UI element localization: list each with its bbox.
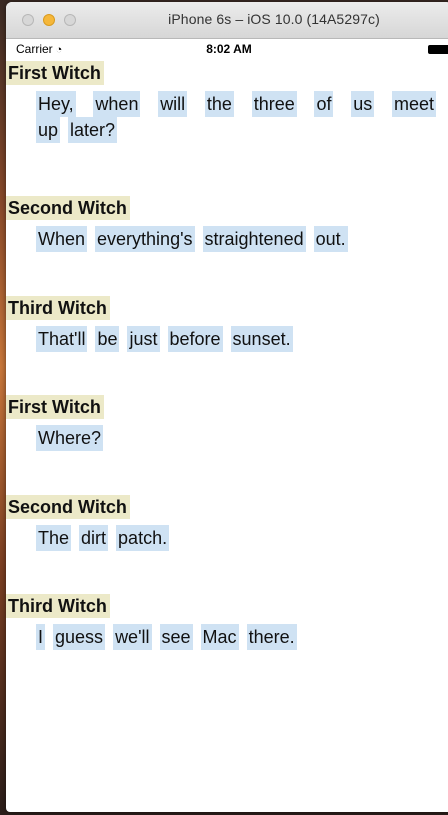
- word: just: [127, 326, 160, 352]
- minimize-window-button[interactable]: [43, 14, 55, 26]
- speaker-label: Second Witch: [6, 196, 130, 220]
- close-window-button[interactable]: [22, 14, 34, 26]
- zoom-window-button[interactable]: [64, 14, 76, 26]
- word: us: [351, 91, 375, 117]
- word: out.: [313, 226, 348, 252]
- dialogue-block: Third Witch I guess we'll see Mac there.: [6, 594, 448, 650]
- speaker-label: Second Witch: [6, 495, 130, 519]
- word: before: [167, 326, 223, 352]
- word: the: [204, 91, 234, 117]
- word: of: [314, 91, 334, 117]
- word: patch.: [116, 525, 170, 551]
- dialogue-block: First Witch Hey, when will the three of …: [6, 61, 448, 143]
- word: three: [251, 91, 297, 117]
- word: dirt: [79, 525, 109, 551]
- word: When: [36, 226, 88, 252]
- word: straightened: [202, 226, 306, 252]
- speaker-label: Third Witch: [6, 296, 110, 320]
- speaker-label: First Witch: [6, 395, 104, 419]
- word: will: [158, 91, 188, 117]
- dialogue-block: First Witch Where?: [6, 395, 448, 451]
- dialogue-block: Second Witch The dirt patch.: [6, 495, 448, 551]
- dialogue-block: Second Witch When everything's straighte…: [6, 196, 448, 252]
- word: there.: [246, 624, 297, 650]
- word: guess: [53, 624, 106, 650]
- dialogue-line: The dirt patch.: [36, 525, 436, 551]
- dialogue-line: When everything's straightened out.: [36, 226, 436, 252]
- word: That'll: [36, 326, 88, 352]
- word: up: [36, 117, 61, 143]
- word: meet: [391, 91, 436, 117]
- word: everything's: [95, 226, 195, 252]
- word: The: [36, 525, 72, 551]
- word: Hey,: [36, 91, 76, 117]
- word: we'll: [113, 624, 152, 650]
- word: sunset.: [230, 326, 293, 352]
- speaker-label: First Witch: [6, 61, 104, 85]
- dialogue-line: I guess we'll see Mac there.: [36, 624, 436, 650]
- word: see: [159, 624, 193, 650]
- dialogue-line: up later?: [36, 117, 436, 143]
- dialogue-line: Where?: [36, 425, 436, 451]
- dialogue-line: Hey, when will the three of us meet: [36, 91, 436, 117]
- word: Mac: [200, 624, 239, 650]
- battery-icon: [428, 45, 448, 54]
- simulator-window: iPhone 6s – iOS 10.0 (14A5297c) Carrier ◔…: [6, 2, 448, 812]
- word: Where?: [36, 425, 104, 451]
- dialogue-line: That'll be just before sunset.: [36, 326, 436, 352]
- speaker-label: Third Witch: [6, 594, 110, 618]
- title-bar: iPhone 6s – iOS 10.0 (14A5297c): [6, 2, 448, 39]
- word: later?: [68, 117, 118, 143]
- dialogue-block: Third Witch That'll be just before sunse…: [6, 296, 448, 352]
- status-bar: Carrier ◔ 8:02 AM: [6, 39, 448, 59]
- word: I: [36, 624, 46, 650]
- status-time: 8:02 AM: [206, 42, 252, 56]
- word: be: [95, 326, 120, 352]
- window-title: iPhone 6s – iOS 10.0 (14A5297c): [168, 11, 380, 27]
- word: when: [93, 91, 141, 117]
